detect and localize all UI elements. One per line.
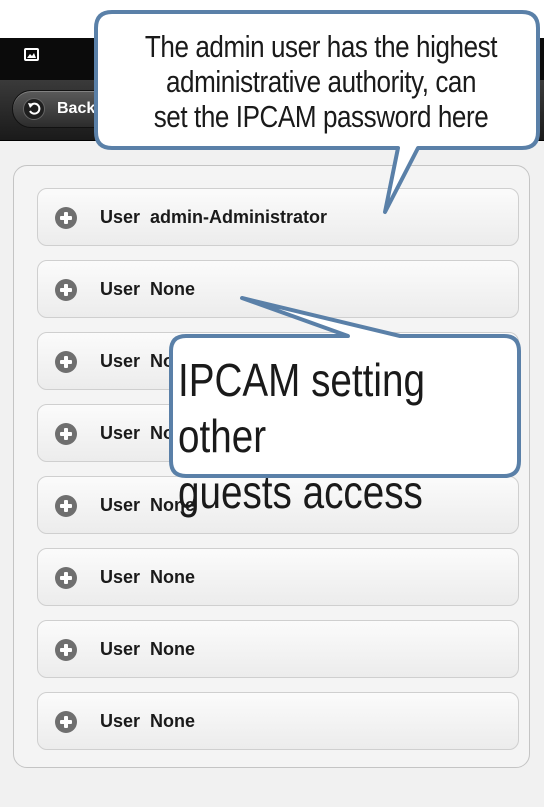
user-item-label: User None	[100, 279, 196, 299]
callout-top-line: administrative authority, can	[165, 64, 477, 99]
plus-icon	[55, 495, 77, 517]
back-button[interactable]: Back	[12, 90, 122, 128]
user-item-8[interactable]: User None	[37, 692, 519, 750]
plus-icon	[55, 639, 77, 661]
callout-top-line: set the IPCAM password here	[153, 99, 489, 134]
plus-icon	[55, 423, 77, 445]
user-item-label: User admin-Administrator	[100, 207, 328, 227]
callout-middle-line: IPCAM setting other	[178, 354, 425, 462]
user-item-label: User None	[100, 567, 196, 587]
user-item-7[interactable]: User None	[37, 620, 519, 678]
callout-middle-line: guests access	[178, 466, 423, 518]
user-item-label: User None	[100, 639, 196, 659]
back-arrow-icon	[23, 98, 45, 120]
callout-top-line: The admin user has the highest	[144, 29, 498, 64]
callout-middle-text: IPCAM setting other guests access	[178, 352, 464, 520]
plus-icon	[55, 567, 77, 589]
user-item-6[interactable]: User None	[37, 548, 519, 606]
plus-icon	[55, 207, 77, 229]
user-item-2[interactable]: User None	[37, 260, 519, 318]
plus-icon	[55, 711, 77, 733]
screen: Back User admin-Administrator User None …	[0, 0, 544, 807]
callout-top-text: The admin user has the highest administr…	[142, 29, 500, 134]
user-item-label: User None	[100, 711, 196, 731]
plus-icon	[55, 279, 77, 301]
plus-icon	[55, 351, 77, 373]
user-item-admin[interactable]: User admin-Administrator	[37, 188, 519, 246]
back-button-label: Back	[57, 100, 96, 117]
gallery-icon	[24, 48, 39, 61]
